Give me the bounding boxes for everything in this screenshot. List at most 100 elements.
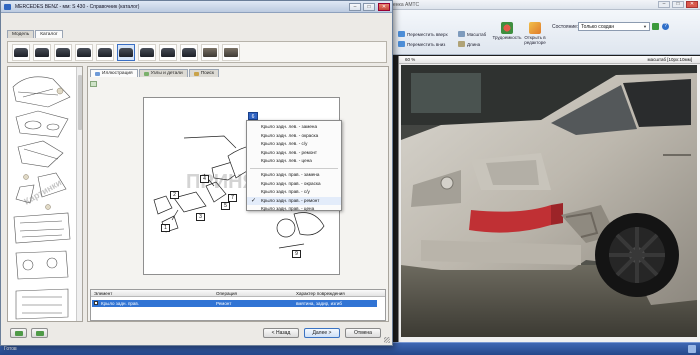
close-button[interactable]: ✕ [686, 1, 698, 8]
add-icon[interactable] [90, 81, 97, 87]
menu-item[interactable]: Крыло задн. прав. - замена [247, 171, 341, 180]
add-row-icon [15, 331, 23, 336]
model-thumbnail[interactable] [222, 44, 240, 61]
length-button[interactable]: Длина [458, 41, 480, 47]
callout-9[interactable]: 9 [292, 250, 301, 258]
remove-row-button[interactable] [31, 328, 48, 338]
car-part-icon [98, 48, 112, 57]
dialog-maximize-button[interactable]: □ [363, 3, 375, 11]
table-row[interactable]: Крыло задн. прав. Ремонт вмятина, задир,… [92, 300, 377, 307]
menu-item[interactable]: Крыло задн. прав. - цена [247, 205, 341, 214]
tab-illustration[interactable]: Иллюстрация [90, 69, 138, 77]
operations-table: Элемент Операция Характер повреждения Кр… [90, 289, 386, 321]
callout-2[interactable]: 2 [170, 191, 179, 199]
callout-5[interactable]: 5 [221, 202, 230, 210]
model-thumbnail[interactable] [75, 44, 93, 61]
chevron-down-icon: ▼ [643, 24, 647, 29]
photo-header: 60 % масштаб [10px:10мм] [399, 56, 700, 64]
car-part-icon [119, 48, 133, 57]
cell-element: Крыло задн. прав. [101, 301, 140, 306]
zoom-button[interactable]: Масштаб [458, 31, 486, 37]
tray-icon[interactable] [688, 345, 696, 353]
scale-info: масштаб [10px:10мм] [647, 57, 693, 62]
menu-item-checked[interactable]: ✓ Крыло задн. прав. - ремонт [247, 196, 341, 206]
move-up-button[interactable]: Переместить вверх [398, 31, 448, 37]
cancel-button[interactable]: Отмена [345, 328, 381, 338]
resize-grip[interactable] [384, 337, 390, 343]
zoom-icon [458, 31, 465, 37]
next-button[interactable]: Далее > [304, 328, 340, 338]
scrollbar-thumb[interactable] [78, 75, 82, 130]
damage-photo[interactable] [401, 65, 697, 337]
callout-1[interactable]: 1 [161, 224, 170, 232]
checkmark-icon: ✓ [251, 197, 257, 204]
arrow-down-icon [398, 41, 405, 47]
catalog-dialog: MERCEDES BENZ - мм: S 430 - Справочник (… [0, 0, 393, 346]
car-part-icon [14, 48, 28, 57]
callout-4[interactable]: 4 [200, 175, 209, 183]
column-header-element[interactable]: Элемент [94, 291, 112, 296]
callout-7[interactable]: 7 [228, 194, 237, 202]
model-thumbnail[interactable] [159, 44, 177, 61]
tab-catalog[interactable]: Каталог [35, 30, 63, 38]
model-thumbnail[interactable] [180, 44, 198, 61]
menu-item[interactable]: Крыло задн. прав. - окраска [247, 180, 341, 189]
labor-icon [501, 22, 513, 34]
illustration-panel: Иллюстрация Узлы и детали Поиск ПРИНЯТО … [87, 66, 389, 322]
inner-tabs: Иллюстрация Узлы и детали Поиск [90, 69, 220, 77]
add-row-button[interactable] [10, 328, 27, 338]
tab-search[interactable]: Поиск [188, 69, 220, 77]
row-checkbox[interactable] [94, 301, 98, 305]
illustration-icon [95, 71, 100, 76]
selected-callout-badge[interactable]: 6 [248, 112, 258, 120]
operations-context-menu: Крыло задн. лев. - замена Крыло задн. ле… [246, 120, 342, 211]
search-icon [193, 71, 199, 76]
column-header-damage[interactable]: Характер повреждения [296, 291, 345, 296]
model-thumbnail-strip [7, 41, 387, 63]
status-text: Готов [4, 346, 17, 352]
model-thumbnail[interactable] [117, 44, 135, 61]
menu-item[interactable]: Крыло задн. прав. - с/у [247, 188, 341, 197]
help-icon[interactable]: ? [662, 23, 669, 30]
remove-row-icon [36, 331, 44, 336]
model-thumbnail[interactable] [33, 44, 51, 61]
illustration-toolbar [90, 81, 97, 87]
car-part-icon [77, 48, 91, 57]
table-header: Элемент Операция Характер повреждения [91, 290, 385, 297]
model-thumbnail[interactable] [96, 44, 114, 61]
back-button[interactable]: < Назад [263, 328, 299, 338]
menu-item[interactable]: Крыло задн. лев. - с/у [247, 140, 341, 149]
status-select[interactable]: Только создан ▼ [578, 22, 650, 31]
top-tabs: Модель Каталог [7, 30, 63, 38]
parts-picture-list[interactable]: Картинки [7, 66, 83, 322]
car-part-icon [140, 48, 154, 57]
menu-item[interactable]: Крыло задн. лев. - окраска [247, 132, 341, 141]
model-thumbnail[interactable] [138, 44, 156, 61]
column-header-operation[interactable]: Операция [216, 291, 237, 296]
apply-status-icon[interactable] [652, 23, 659, 30]
open-editor-button[interactable]: Открыть в редакторе [516, 22, 554, 45]
menu-separator [250, 167, 338, 169]
editor-icon [529, 22, 541, 34]
menu-item[interactable]: Крыло задн. лев. - замена [247, 123, 341, 132]
zoom-level: 60 % [405, 57, 416, 62]
maximize-button[interactable]: □ [672, 1, 684, 8]
arrow-up-icon [398, 31, 405, 37]
minimize-button[interactable]: – [658, 1, 670, 8]
tab-parts[interactable]: Узлы и детали [138, 69, 188, 77]
menu-item[interactable]: Крыло задн. лев. - ремонт [247, 149, 341, 158]
dialog-close-button[interactable]: ✕ [378, 3, 390, 11]
car-part-icon [35, 48, 49, 57]
move-down-button[interactable]: Переместить вниз [398, 41, 445, 47]
car-part-icon [224, 48, 238, 57]
callout-3[interactable]: 3 [196, 213, 205, 221]
dialog-titlebar: MERCEDES BENZ - мм: S 430 - Справочник (… [1, 1, 392, 13]
car-photo-image [401, 65, 697, 337]
model-thumbnail[interactable] [201, 44, 219, 61]
status-label: Состояние: [552, 24, 579, 30]
dialog-minimize-button[interactable]: – [349, 3, 361, 11]
model-thumbnail[interactable] [12, 44, 30, 61]
model-thumbnail[interactable] [54, 44, 72, 61]
tab-model[interactable]: Модель [7, 30, 35, 38]
menu-item[interactable]: Крыло задн. лев. - цена [247, 157, 341, 166]
